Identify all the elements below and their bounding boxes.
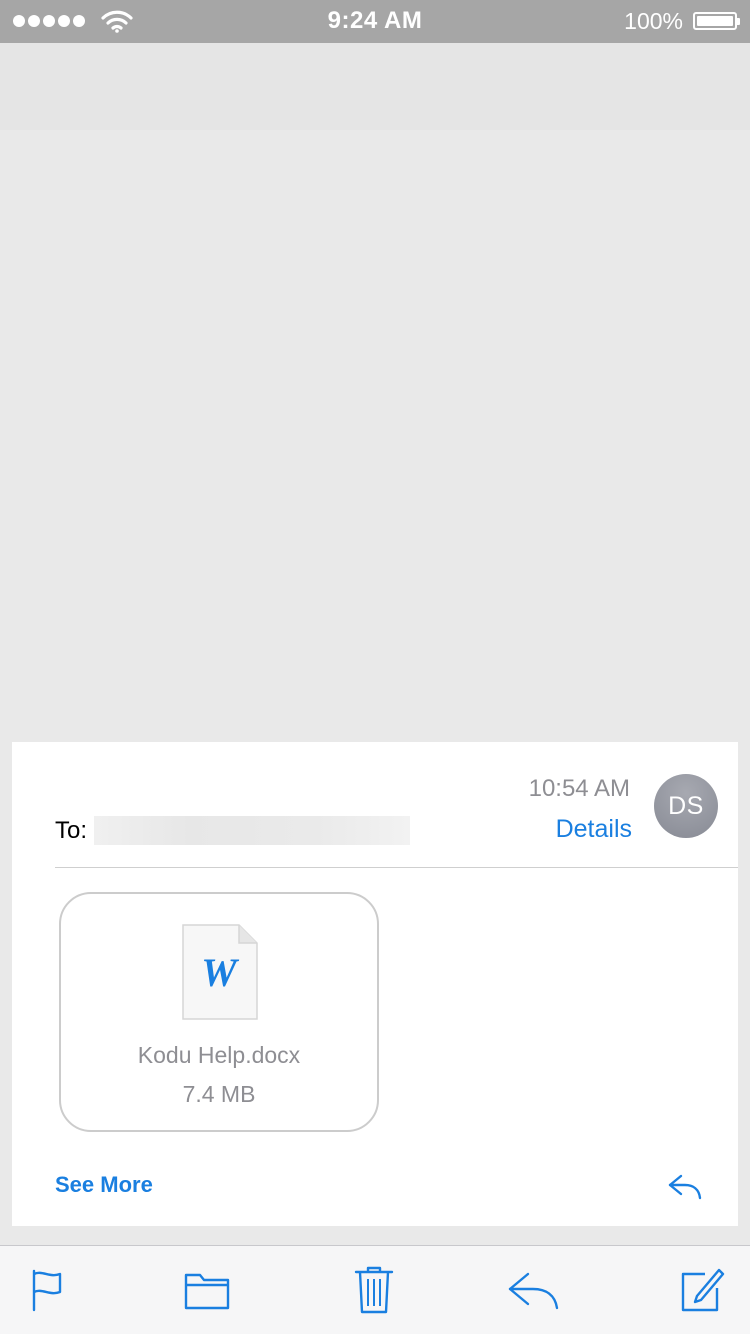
message-time: 10:54 AM: [528, 775, 630, 802]
word-icon-letter: W: [201, 950, 239, 995]
attachment-name: Kodu Help.docx: [137, 1042, 301, 1068]
recipient-redacted: [94, 816, 410, 845]
header-divider: [55, 867, 738, 868]
folder-icon[interactable]: [179, 1264, 235, 1316]
attachment-size: 7.4 MB: [182, 1081, 256, 1107]
navigation-area: [0, 43, 750, 130]
battery-icon: [693, 12, 740, 30]
to-label: To:: [55, 817, 88, 844]
flag-icon[interactable]: [20, 1264, 76, 1316]
details-link[interactable]: Details: [556, 815, 632, 844]
status-bar: 9:24 AM 100%: [0, 0, 750, 43]
reply-icon[interactable]: [667, 1170, 703, 1202]
compose-icon[interactable]: [674, 1264, 730, 1316]
trash-icon[interactable]: [346, 1264, 402, 1316]
attachment-tile[interactable]: W Kodu Help.docx 7.4 MB: [59, 892, 379, 1132]
message-card: 10:54 AM Details DS To: W Kodu Help.docx…: [12, 742, 738, 1226]
word-document-icon: W: [182, 924, 258, 1020]
see-more-link[interactable]: See More: [55, 1172, 153, 1198]
sender-avatar[interactable]: DS: [654, 774, 718, 838]
reply-icon[interactable]: [505, 1264, 561, 1316]
battery-percent: 100%: [624, 8, 683, 34]
bottom-toolbar: [0, 1245, 750, 1334]
